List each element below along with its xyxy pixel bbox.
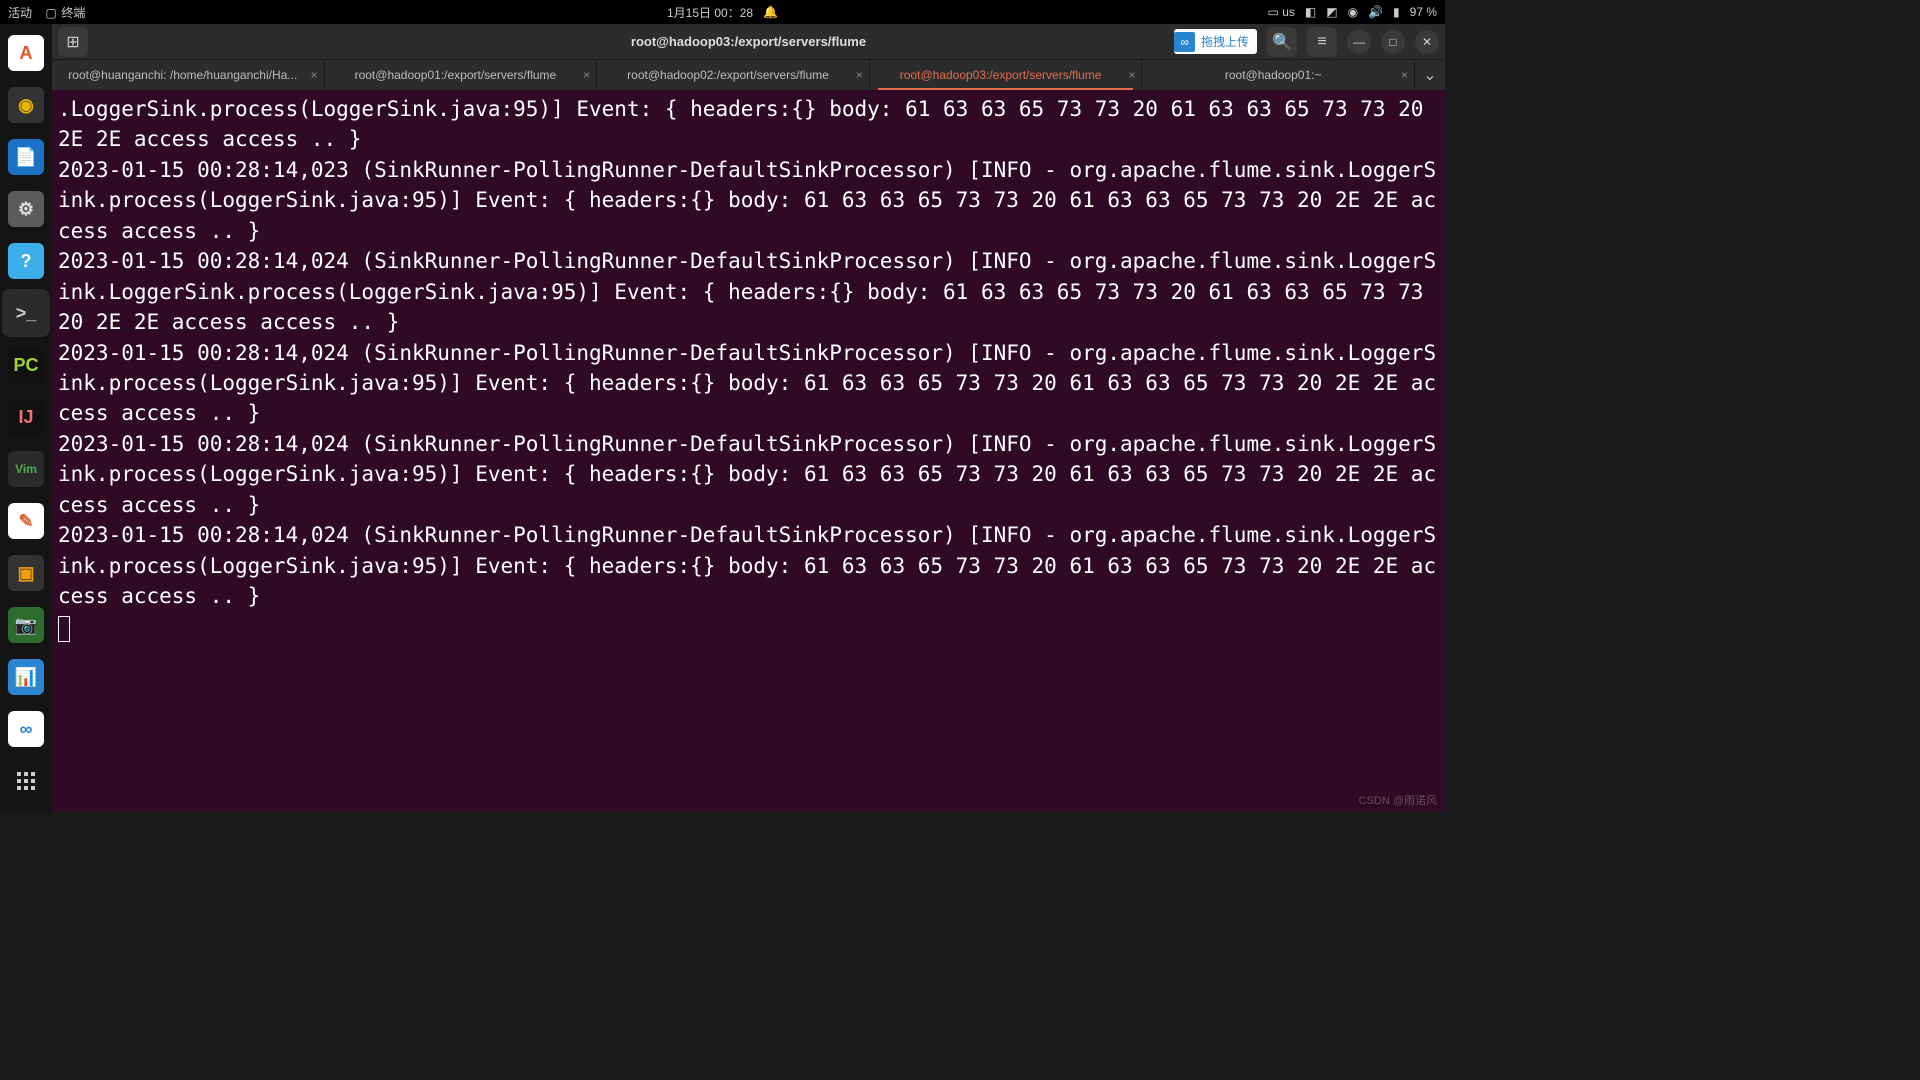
music-icon: ◉: [8, 87, 44, 123]
battery-icon[interactable]: ▮: [1393, 5, 1400, 19]
tab-label: root@hadoop02:/export/servers/flume: [627, 68, 829, 82]
volume-icon[interactable]: 🔊: [1368, 5, 1383, 19]
search-icon: 🔍: [1272, 32, 1292, 52]
dock-item-vim[interactable]: Vim: [2, 445, 50, 493]
menu-button[interactable]: ≡: [1307, 27, 1337, 57]
app-indicator-label: 终端: [61, 6, 85, 20]
minimize-button[interactable]: —: [1347, 30, 1371, 54]
cloud-icon: ∞: [8, 711, 44, 747]
input-lang-label: us: [1282, 5, 1295, 19]
new-tab-button[interactable]: ⊞: [58, 27, 88, 57]
vbox-icon: ▣: [8, 555, 44, 591]
minimize-icon: —: [1353, 35, 1365, 49]
new-tab-icon: ⊞: [66, 32, 79, 52]
tray-icon-1[interactable]: ◧: [1305, 5, 1316, 19]
notification-bell-icon[interactable]: 🔔: [763, 5, 778, 19]
help-icon: ?: [8, 243, 44, 279]
settings-icon: ⚙: [8, 191, 44, 227]
terminal-tab-3[interactable]: root@hadoop03:/export/servers/flume ×: [870, 60, 1143, 90]
tab-bar: root@huanganchi: /home/huanganchi/Ha... ×…: [52, 60, 1445, 90]
writer-icon: 📄: [8, 139, 44, 175]
terminal-tab-1[interactable]: root@hadoop01:/export/servers/flume ×: [325, 60, 598, 90]
input-method[interactable]: ▭ us: [1268, 5, 1295, 19]
tab-close-icon[interactable]: ×: [1401, 68, 1408, 82]
dock-item-screenshot[interactable]: 📷: [2, 601, 50, 649]
hamburger-icon: ≡: [1317, 33, 1326, 51]
apps-icon: [8, 763, 44, 799]
terminal-tab-0[interactable]: root@huanganchi: /home/huanganchi/Ha... ×: [52, 60, 325, 90]
wifi-icon[interactable]: ◉: [1348, 5, 1358, 19]
search-button[interactable]: 🔍: [1267, 27, 1297, 57]
clock[interactable]: 1月15日 00：28: [667, 4, 753, 21]
tab-close-icon[interactable]: ×: [311, 68, 318, 82]
dock-item-idea[interactable]: IJ: [2, 393, 50, 441]
watermark: CSDN @雨诺风: [1359, 792, 1437, 808]
pycharm-icon: PC: [8, 347, 44, 383]
dock-item-vbox[interactable]: ▣: [2, 549, 50, 597]
tab-close-icon[interactable]: ×: [856, 68, 863, 82]
tab-label: root@hadoop01:~: [1225, 68, 1322, 82]
maximize-button[interactable]: □: [1381, 30, 1405, 54]
dock-item-pycharm[interactable]: PC: [2, 341, 50, 389]
upload-label: 拖拽上传: [1201, 33, 1249, 50]
dock-item-writer[interactable]: 📄: [2, 133, 50, 181]
maximize-icon: □: [1389, 35, 1396, 49]
tab-close-icon[interactable]: ×: [1128, 68, 1135, 82]
gedit-icon: ✎: [8, 503, 44, 539]
dock-item-meeting[interactable]: 📊: [2, 653, 50, 701]
battery-percent: 97 %: [1410, 5, 1437, 19]
dock-item-cloud[interactable]: ∞: [2, 705, 50, 753]
meeting-icon: 📊: [8, 659, 44, 695]
terminal-window: ⊞ root@hadoop03:/export/servers/flume ∞ …: [52, 24, 1445, 812]
dock-item-gedit[interactable]: ✎: [2, 497, 50, 545]
dock-item-settings[interactable]: ⚙: [2, 185, 50, 233]
vim-icon: Vim: [8, 451, 44, 487]
gnome-top-bar: 活动 ▢ 终端 1月15日 00：28 🔔 ▭ us ◧ ◩ ◉ 🔊 ▮ 97 …: [0, 0, 1445, 24]
window-title: root@hadoop03:/export/servers/flume: [631, 34, 866, 49]
cloud-upload-icon: ∞: [1174, 32, 1195, 52]
close-icon: ✕: [1422, 35, 1432, 49]
terminal-tab-2[interactable]: root@hadoop02:/export/servers/flume ×: [597, 60, 870, 90]
close-button[interactable]: ✕: [1415, 30, 1439, 54]
terminal-cursor: [58, 616, 70, 642]
terminal-mini-icon: ▢: [44, 6, 58, 20]
dock-item-terminal[interactable]: >_: [2, 289, 50, 337]
terminal-output[interactable]: .LoggerSink.process(LoggerSink.java:95)]…: [52, 90, 1445, 812]
window-title-bar: ⊞ root@hadoop03:/export/servers/flume ∞ …: [52, 24, 1445, 60]
activities-button[interactable]: 活动: [8, 4, 32, 21]
dock-item-music[interactable]: ◉: [2, 81, 50, 129]
tab-label: root@huanganchi: /home/huanganchi/Ha...: [68, 68, 297, 82]
dock-item-software[interactable]: A: [2, 29, 50, 77]
tray-icon-2[interactable]: ◩: [1326, 5, 1337, 19]
tab-label: root@hadoop01:/export/servers/flume: [355, 68, 557, 82]
screenshot-icon: 📷: [8, 607, 44, 643]
terminal-icon: >_: [8, 295, 44, 331]
ubuntu-dock: A ◉ 📄 ⚙? >_ PC IJ Vim ✎ ▣ 📷 📊 ∞: [0, 24, 52, 812]
terminal-tab-4[interactable]: root@hadoop01:~ ×: [1142, 60, 1415, 90]
tab-dropdown-button[interactable]: ⌄: [1415, 60, 1445, 90]
tab-close-icon[interactable]: ×: [583, 68, 590, 82]
software-icon: A: [8, 35, 44, 71]
upload-widget[interactable]: ∞ 拖拽上传: [1174, 29, 1257, 54]
app-indicator[interactable]: ▢ 终端: [44, 4, 85, 21]
dock-item-help[interactable]: ?: [2, 237, 50, 285]
tab-label: root@hadoop03:/export/servers/flume: [900, 68, 1102, 82]
idea-icon: IJ: [8, 399, 44, 435]
dock-item-apps[interactable]: [2, 757, 50, 805]
